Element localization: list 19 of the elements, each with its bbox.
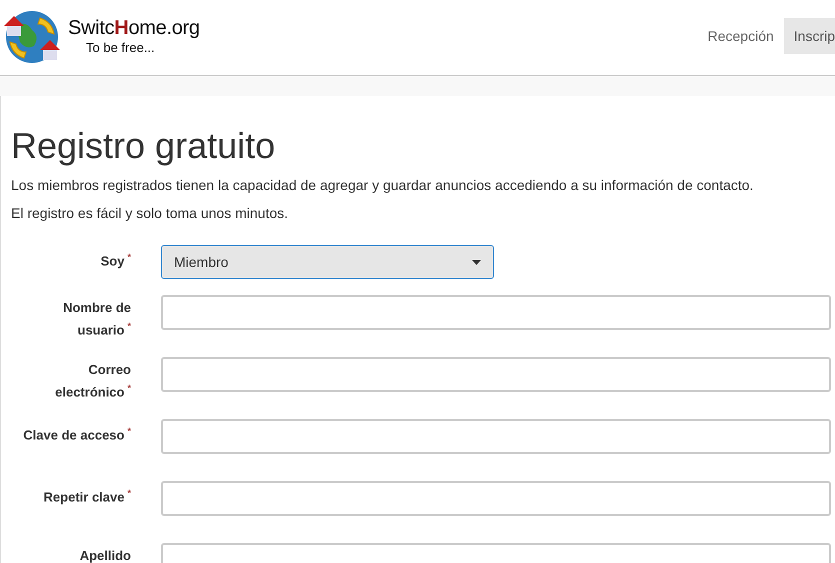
caret-icon <box>472 260 481 264</box>
input-field[interactable] <box>161 357 831 392</box>
nav-link[interactable]: Inscrip <box>784 18 835 54</box>
page-title: Registro gratuito <box>11 124 276 166</box>
field-label: Apellido <box>78 547 131 563</box>
input-field[interactable] <box>161 419 831 454</box>
intro-text: Los miembros registrados tienen la capacidad de agregar y guardar anuncios accediendo a su información de contacto. <box>11 176 754 195</box>
field-label: Clave de acceso $^{*}$ <box>22 425 131 444</box>
site-name: SwitcHome.org <box>68 17 200 40</box>
input-field[interactable] <box>161 481 831 516</box>
field-label: Correo electrónico $^{*}$ <box>54 361 131 402</box>
dropdown[interactable]: Miembro <box>161 245 494 279</box>
nav-link[interactable]: Recepción <box>698 18 784 54</box>
intro-text: El registro es fácil y solo toma unos minutos. <box>11 204 290 223</box>
field-label: Nombre de usuario $^{*}$ <box>62 299 131 340</box>
field-label: Repetir clave $^{*}$ <box>42 487 131 506</box>
input-field[interactable] <box>161 295 831 330</box>
field-label: Soy $^{*}$ <box>100 251 131 270</box>
site-tagline: To be free... <box>85 40 156 55</box>
